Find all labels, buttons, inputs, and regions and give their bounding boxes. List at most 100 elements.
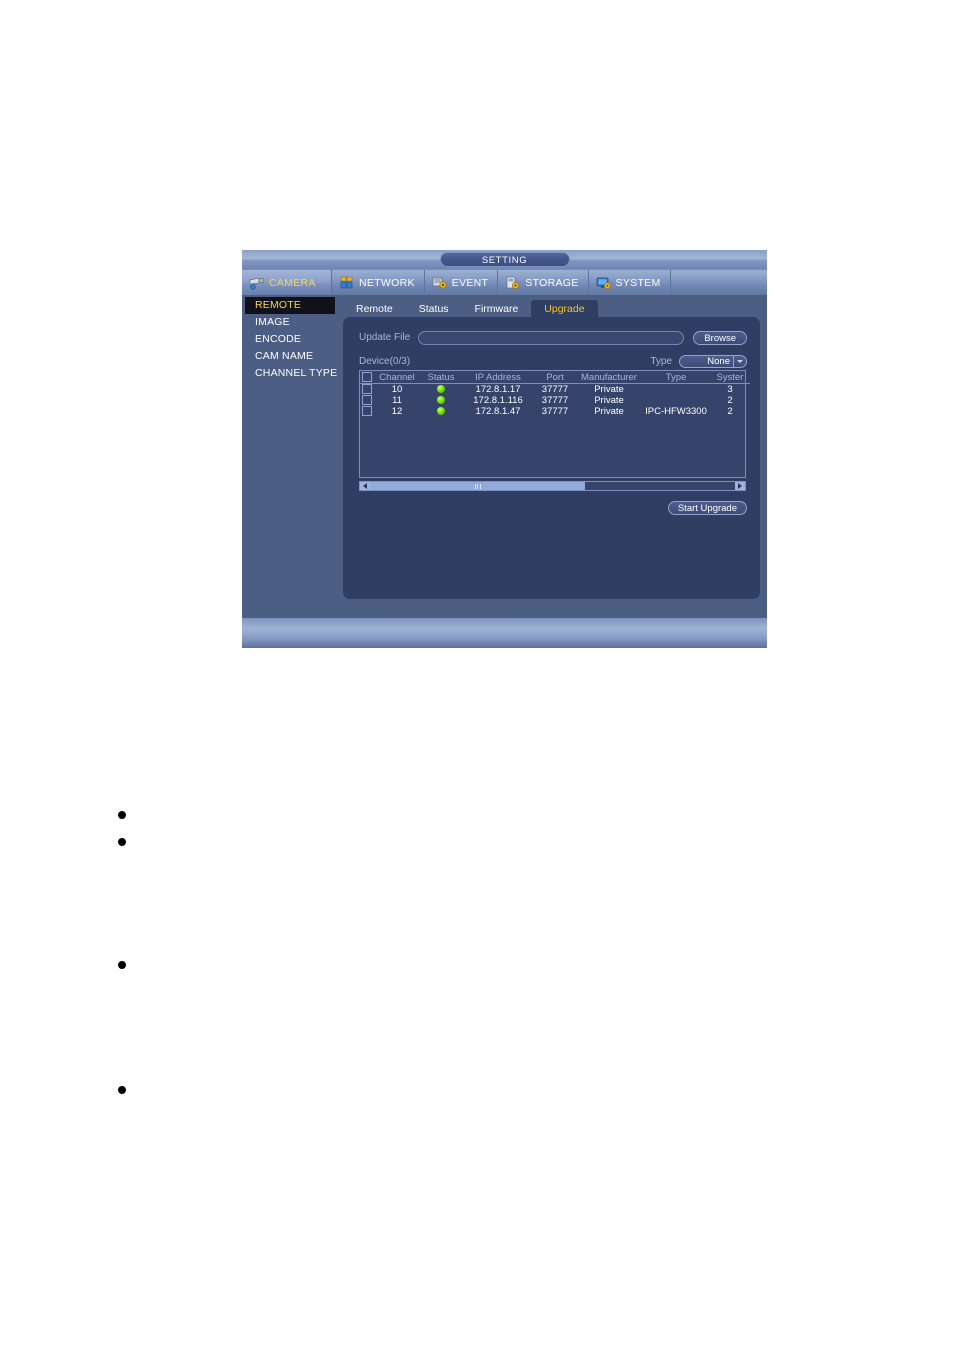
update-file-input[interactable] <box>418 330 685 345</box>
table-header-row: Channel Status IP Address Port Manufactu… <box>360 371 750 384</box>
row-checkbox[interactable] <box>362 406 372 417</box>
sidebar-item-cam-name[interactable]: CAM NAME <box>245 348 335 365</box>
header-type[interactable]: Type <box>642 371 710 384</box>
device-row: Device(0/3) Type None <box>359 354 747 368</box>
sidebar-item-image[interactable]: IMAGE <box>245 314 335 331</box>
header-channel[interactable]: Channel <box>374 371 420 384</box>
cell-type: IPC-HFW3300 <box>645 406 707 417</box>
tab-camera[interactable]: CAMERA <box>242 270 332 295</box>
cell-manufacturer: Private <box>594 395 624 406</box>
sidebar-item-encode-label: ENCODE <box>255 333 302 345</box>
window-titlebar: SETTING <box>242 250 767 270</box>
sidebar: REMOTE IMAGE ENCODE CAM NAME CHANNEL TYP… <box>245 295 338 382</box>
cell-ip: 172.8.1.116 <box>473 395 523 406</box>
select-all-header[interactable] <box>360 371 374 384</box>
type-select[interactable]: None <box>679 354 747 368</box>
chevron-down-icon <box>733 355 745 367</box>
tab-storage[interactable]: STORAGE <box>498 270 589 295</box>
subtab-status-label: Status <box>418 303 449 315</box>
cell-channel: 11 <box>392 395 402 406</box>
cell-port: 37777 <box>541 384 569 395</box>
camera-icon <box>249 276 265 290</box>
device-table-container: Channel Status IP Address Port Manufactu… <box>359 370 750 478</box>
subtab-firmware-label: Firmware <box>474 303 519 315</box>
status-online-icon <box>437 396 445 405</box>
tab-storage-label: STORAGE <box>525 276 579 289</box>
cell-manufacturer: Private <box>594 406 624 417</box>
cell-port: 37777 <box>541 406 569 417</box>
header-system[interactable]: Syster <box>710 371 750 384</box>
device-count-label: Device(0/3) <box>359 355 411 367</box>
list-bullet <box>118 961 126 969</box>
sub-tab-bar: Remote Status Firmware Upgrade <box>343 298 598 319</box>
cell-type <box>642 395 710 406</box>
cell-channel: 12 <box>391 406 403 417</box>
cell-status <box>420 406 462 417</box>
scrollbar-thumb[interactable] <box>370 482 586 490</box>
upgrade-panel: Update File Browse Device(0/3) Type None <box>343 317 760 599</box>
main-tab-bar: CAMERA NETWORK EVENT STORAGE SYSTEM <box>242 270 767 295</box>
row-checkbox[interactable] <box>362 395 372 406</box>
event-icon <box>432 276 448 290</box>
cell-system: 3 <box>727 384 733 395</box>
browse-button[interactable]: Browse <box>693 330 747 345</box>
header-status[interactable]: Status <box>420 371 462 384</box>
table-row[interactable]: 12 172.8.1.47 37777 Private IPC-HFW3300 … <box>360 406 750 417</box>
update-file-label: Update File <box>359 332 411 343</box>
setting-window: SETTING CAMERA NETWORK EVENT STORAGE SYS… <box>242 250 767 648</box>
header-manufacturer[interactable]: Manufacturer <box>576 371 642 384</box>
tab-network-label: NETWORK <box>359 276 415 289</box>
status-online-icon <box>437 385 445 394</box>
sidebar-item-channel-type[interactable]: CHANNEL TYPE <box>245 365 338 382</box>
start-upgrade-button[interactable]: Start Upgrade <box>667 501 747 515</box>
cell-ip: 172.8.1.47 <box>475 406 521 417</box>
cell-port: 37777 <box>541 395 569 406</box>
row-checkbox-cell[interactable] <box>360 384 374 396</box>
subtab-upgrade-label: Upgrade <box>544 303 585 315</box>
cell-manufacturer: Private <box>594 384 624 395</box>
subtab-remote-label: Remote <box>356 303 393 315</box>
tab-network[interactable]: NETWORK <box>332 270 425 295</box>
network-icon <box>339 276 355 290</box>
table-row[interactable]: 10 172.8.1.17 37777 Private 3 <box>360 384 750 396</box>
update-file-row: Update File Browse <box>359 330 747 345</box>
tab-camera-label: CAMERA <box>269 276 316 289</box>
scroll-left-arrow-icon[interactable] <box>360 482 370 490</box>
window-bottom-bar <box>242 618 767 648</box>
tab-event[interactable]: EVENT <box>425 270 499 295</box>
scroll-right-arrow-icon[interactable] <box>735 482 745 490</box>
tab-event-label: EVENT <box>451 276 489 289</box>
type-select-value: None <box>707 355 730 367</box>
select-all-checkbox[interactable] <box>362 371 372 382</box>
cell-system: 2 <box>727 395 733 406</box>
tab-system[interactable]: SYSTEM <box>589 270 671 295</box>
cell-channel: 10 <box>391 384 403 395</box>
sidebar-item-image-label: IMAGE <box>255 316 290 328</box>
cell-ip: 172.8.1.17 <box>475 384 521 395</box>
sidebar-item-channel-type-label: CHANNEL TYPE <box>255 367 338 379</box>
row-checkbox-cell[interactable] <box>360 395 374 406</box>
device-table: Channel Status IP Address Port Manufactu… <box>360 371 750 417</box>
type-filter: Type None <box>650 354 747 368</box>
tab-system-label: SYSTEM <box>615 276 661 289</box>
header-port[interactable]: Port <box>534 371 576 384</box>
list-bullet <box>118 1086 126 1094</box>
type-label: Type <box>650 355 672 367</box>
status-online-icon <box>437 407 445 416</box>
scrollbar-track[interactable] <box>370 482 735 490</box>
row-checkbox-cell[interactable] <box>360 406 374 417</box>
cell-status <box>420 395 462 406</box>
window-title: SETTING <box>439 252 570 267</box>
sidebar-item-encode[interactable]: ENCODE <box>245 331 335 348</box>
window-body: REMOTE IMAGE ENCODE CAM NAME CHANNEL TYP… <box>242 295 767 619</box>
sidebar-item-remote[interactable]: REMOTE <box>245 297 335 314</box>
table-horizontal-scrollbar[interactable] <box>359 481 746 491</box>
table-row[interactable]: 11 172.8.1.116 37777 Private 2 <box>360 395 750 406</box>
header-ip-address[interactable]: IP Address <box>462 371 534 384</box>
cell-system: 2 <box>727 406 733 417</box>
cell-status <box>420 384 462 396</box>
list-bullet <box>118 838 126 846</box>
sidebar-item-remote-label: REMOTE <box>255 299 302 311</box>
row-checkbox[interactable] <box>362 384 372 395</box>
system-icon <box>596 276 612 290</box>
